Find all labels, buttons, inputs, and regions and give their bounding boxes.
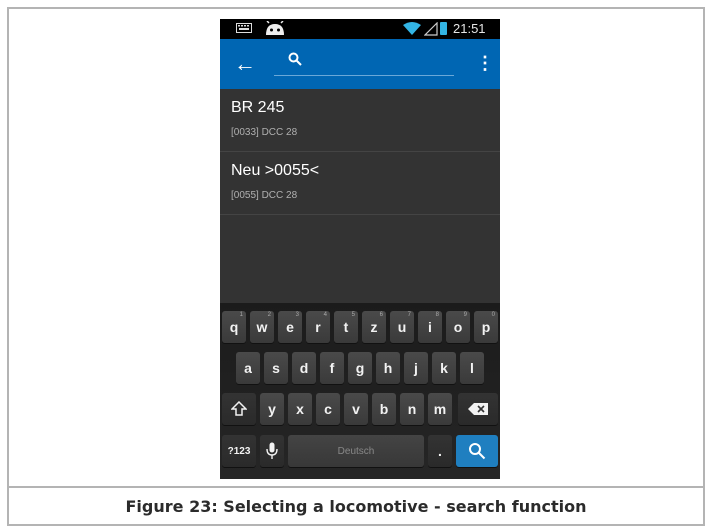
- key-t[interactable]: 5t: [334, 311, 358, 343]
- status-time: 21:51: [453, 21, 486, 36]
- locomotive-details: [0055] DCC 28: [231, 190, 298, 201]
- overflow-menu-icon[interactable]: ⋮: [476, 53, 494, 74]
- key-n[interactable]: n: [400, 393, 424, 425]
- arrow-left-icon[interactable]: ←: [234, 51, 256, 77]
- key-a[interactable]: a: [236, 352, 260, 384]
- status-bar: 21:51: [220, 19, 500, 39]
- space-bar[interactable]: Deutsch: [288, 435, 424, 467]
- locomotive-name: Neu >0055<: [231, 162, 320, 179]
- key-j[interactable]: j: [404, 352, 428, 384]
- signal-icon: [424, 22, 438, 36]
- key-q[interactable]: 1q: [222, 311, 246, 343]
- voice-key[interactable]: [260, 435, 284, 467]
- list-item[interactable]: BR 245 [0033] DCC 28: [220, 89, 500, 152]
- battery-icon: [440, 22, 447, 35]
- microphone-icon: [266, 442, 278, 459]
- key-b[interactable]: b: [372, 393, 396, 425]
- key-h[interactable]: h: [376, 352, 400, 384]
- list-item[interactable]: Neu >0055< [0055] DCC 28: [220, 152, 500, 215]
- key-w[interactable]: 2w: [250, 311, 274, 343]
- wifi-icon: [403, 22, 421, 35]
- search-icon: [288, 52, 302, 66]
- soft-keyboard: 1q 2w 3e 4r 5t 6z 7u 8i 9o 0p a s d f g …: [220, 303, 500, 479]
- locomotive-name: BR 245: [231, 99, 285, 116]
- backspace-key[interactable]: [458, 393, 498, 425]
- key-u[interactable]: 7u: [390, 311, 414, 343]
- key-d[interactable]: d: [292, 352, 316, 384]
- key-s[interactable]: s: [264, 352, 288, 384]
- key-c[interactable]: c: [316, 393, 340, 425]
- shift-key[interactable]: [222, 393, 256, 425]
- key-i[interactable]: 8i: [418, 311, 442, 343]
- android-icon: [266, 21, 284, 35]
- key-e[interactable]: 3e: [278, 311, 302, 343]
- key-v[interactable]: v: [344, 393, 368, 425]
- key-x[interactable]: x: [288, 393, 312, 425]
- key-l[interactable]: l: [460, 352, 484, 384]
- search-icon: [469, 443, 486, 460]
- search-input[interactable]: [274, 51, 454, 76]
- key-k[interactable]: k: [432, 352, 456, 384]
- figure-caption: Figure 23: Selecting a locomotive - sear…: [125, 496, 587, 516]
- phone-screen: 21:51 ← ⋮ BR 245 [0033] DCC 28 Neu >0055…: [220, 19, 500, 479]
- shift-icon: [231, 401, 247, 416]
- key-r[interactable]: 4r: [306, 311, 330, 343]
- backspace-icon: [468, 403, 488, 415]
- period-key[interactable]: .: [428, 435, 452, 467]
- caption-frame: Figure 23: Selecting a locomotive - sear…: [7, 486, 705, 526]
- symbols-key[interactable]: ?123: [222, 435, 256, 467]
- locomotive-details: [0033] DCC 28: [231, 127, 298, 138]
- key-o[interactable]: 9o: [446, 311, 470, 343]
- action-bar: ← ⋮: [220, 39, 500, 89]
- key-g[interactable]: g: [348, 352, 372, 384]
- key-f[interactable]: f: [320, 352, 344, 384]
- key-z[interactable]: 6z: [362, 311, 386, 343]
- locomotive-list: BR 245 [0033] DCC 28 Neu >0055< [0055] D…: [220, 89, 500, 215]
- key-y[interactable]: y: [260, 393, 284, 425]
- key-p[interactable]: 0p: [474, 311, 498, 343]
- search-action-key[interactable]: [456, 435, 498, 467]
- keyboard-icon: [236, 23, 252, 33]
- key-m[interactable]: m: [428, 393, 452, 425]
